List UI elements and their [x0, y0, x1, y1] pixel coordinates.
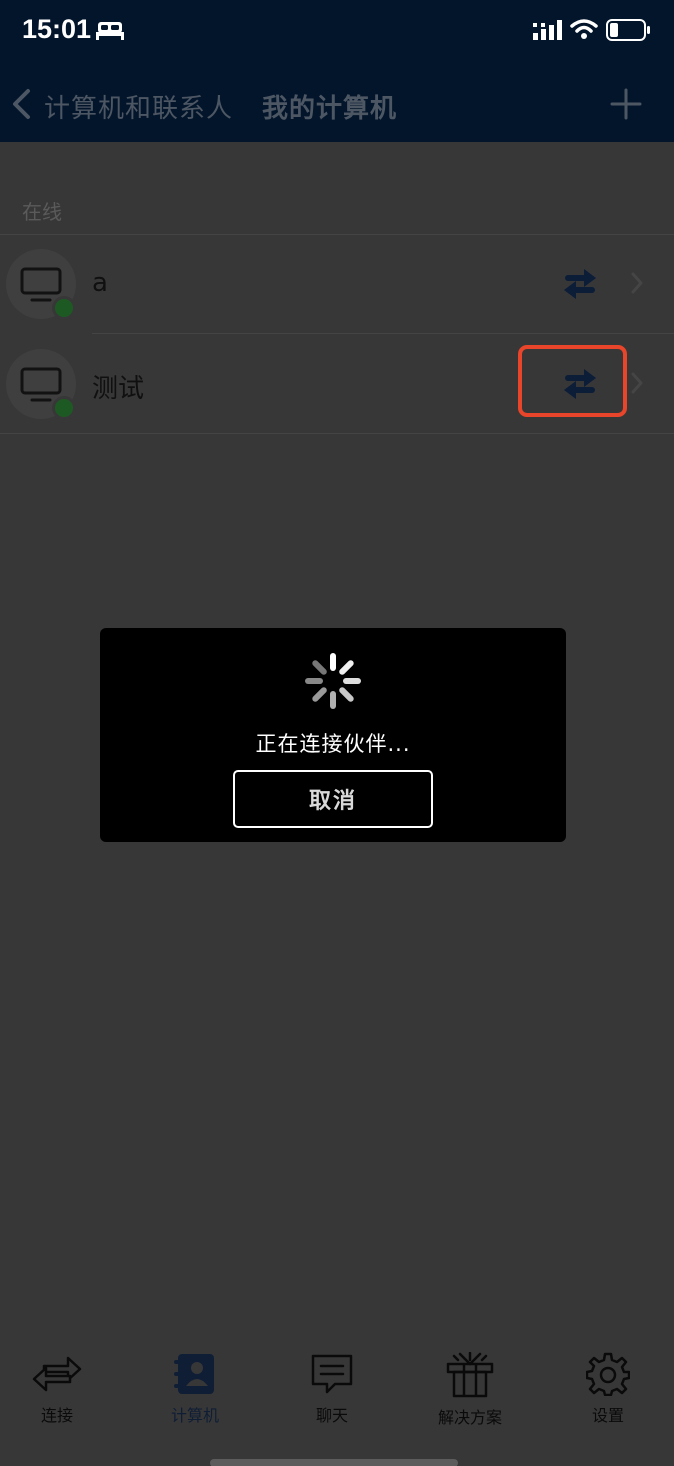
- chat-bubble-icon: [311, 1354, 353, 1394]
- tab-solutions[interactable]: 解决方案: [415, 1352, 525, 1432]
- computer-name: a: [92, 268, 108, 298]
- chevron-right-icon: [630, 371, 644, 399]
- contacts-book-icon: [174, 1354, 214, 1394]
- wifi-icon: [570, 18, 598, 44]
- tab-label: 设置: [591, 1406, 624, 1425]
- connecting-dialog: 正在连接伙伴... 取消: [100, 628, 566, 842]
- gift-box-icon: [446, 1352, 494, 1398]
- signal-icon: [533, 20, 563, 44]
- tab-chat[interactable]: 聊天: [277, 1352, 387, 1432]
- loading-spinner-icon: [302, 650, 364, 716]
- status-bar: 15:01: [0, 0, 674, 60]
- tab-label: 聊天: [315, 1406, 348, 1425]
- add-icon[interactable]: [610, 88, 642, 124]
- dialog-message: 正在连接伙伴...: [255, 732, 411, 756]
- divider: [0, 433, 674, 434]
- gear-icon: [586, 1352, 630, 1396]
- connect-arrows-icon[interactable]: [560, 266, 600, 306]
- tab-label: 解决方案: [437, 1408, 502, 1427]
- bed-icon: [96, 20, 124, 44]
- home-indicator[interactable]: [210, 1459, 458, 1466]
- page-title: 我的计算机: [262, 94, 398, 124]
- status-time: 15:01: [22, 14, 92, 44]
- computer-row[interactable]: a: [0, 234, 674, 334]
- cancel-button[interactable]: 取消: [233, 770, 433, 828]
- section-header-online: 在线: [22, 200, 62, 224]
- tab-computers[interactable]: 计算机: [140, 1352, 250, 1432]
- battery-icon: [606, 19, 652, 45]
- tab-connect[interactable]: 连接: [2, 1352, 112, 1432]
- tab-bar: 连接 计算机 聊天 解决方案 设置: [0, 1338, 674, 1466]
- online-status-dot: [52, 396, 76, 420]
- navigation-bar: 计算机和联系人 我的计算机: [0, 60, 674, 142]
- tab-settings[interactable]: 设置: [553, 1352, 663, 1432]
- back-button-label[interactable]: 计算机和联系人: [44, 88, 233, 125]
- computer-name: 测试: [92, 374, 145, 404]
- connect-arrows-icon: [32, 1356, 82, 1392]
- online-status-dot: [52, 296, 76, 320]
- back-chevron-icon[interactable]: [10, 88, 32, 124]
- connect-highlight-box: [518, 345, 627, 417]
- chevron-right-icon: [630, 271, 644, 299]
- tab-label: 连接: [40, 1406, 73, 1425]
- tab-label: 计算机: [170, 1406, 219, 1425]
